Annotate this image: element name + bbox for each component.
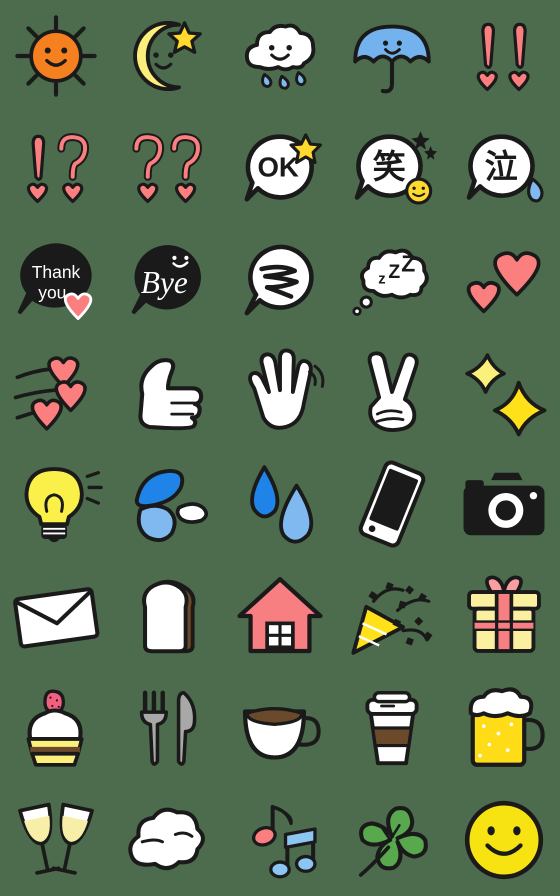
sticker-peace-sign[interactable]: Peace sign hand [336, 336, 448, 448]
sticker-coffee-cup[interactable]: Cup of coffee [224, 672, 336, 784]
sticker-waving-hand[interactable]: Waving open hand [224, 336, 336, 448]
sticker-smartphone[interactable]: Tilted smartphone [336, 448, 448, 560]
sticker-smiley-face[interactable]: Yellow smiley face [448, 784, 560, 896]
z-small: z [378, 272, 385, 288]
sticker-fork-knife[interactable]: Fork and knife [112, 672, 224, 784]
sticker-thank-you-bubble[interactable]: Thank you bubble with heart Thank you [0, 224, 112, 336]
sticker-umbrella[interactable]: Blue umbrella [336, 0, 448, 112]
sticker-house[interactable]: Pink house [224, 560, 336, 672]
sticker-bread-slice[interactable]: Slice of bread [112, 560, 224, 672]
sticker-gift-box[interactable]: Gift box with ribbon [448, 560, 560, 672]
sticker-two-hearts[interactable]: Two pink hearts [448, 224, 560, 336]
sticker-beer-mug[interactable]: Beer mug with foam [448, 672, 560, 784]
sticker-camera[interactable]: Black camera [448, 448, 560, 560]
sticker-sparkles[interactable]: Yellow sparkles [448, 336, 560, 448]
sticker-warau-bubble[interactable]: Laugh kanji bubble with smiley 笑 [336, 112, 448, 224]
sticker-moon-star[interactable]: Crescent moon with star [112, 0, 224, 112]
sticker-envelope[interactable]: Mail envelope [0, 560, 112, 672]
emoji-sticker-sheet: Smiling sun Crescent moon with star Smil… [0, 0, 560, 896]
z-large: Z [401, 251, 415, 277]
sticker-water-drops[interactable]: Two water droplets [224, 448, 336, 560]
sticker-water-splash[interactable]: Blue water splash [112, 448, 224, 560]
sticker-takeout-coffee[interactable]: Takeout coffee cup [336, 672, 448, 784]
sticker-cupcake[interactable]: Cupcake with strawberry [0, 672, 112, 784]
sticker-sun[interactable]: Smiling sun [0, 0, 112, 112]
sticker-light-bulb[interactable]: Glowing light bulb [0, 448, 112, 560]
z-medium: Z [388, 262, 400, 283]
sticker-double-question[interactable]: Double question with hearts [112, 112, 224, 224]
sticker-naku-bubble[interactable]: Cry kanji bubble with teardrop 泣 [448, 112, 560, 224]
you-text: you [38, 282, 66, 302]
sticker-rain-cloud[interactable]: Smiling rain cloud [224, 0, 336, 112]
naku-text: 泣 [485, 147, 518, 186]
sticker-exclamation-question[interactable]: Exclamation question with hearts [0, 112, 112, 224]
sticker-thumbs-up[interactable]: Thumbs up hand [112, 336, 224, 448]
sticker-swirl-bubble[interactable]: Swirl confusion bubble [224, 224, 336, 336]
sticker-party-popper[interactable]: Party popper confetti [336, 560, 448, 672]
sticker-music-notes[interactable]: Music notes [224, 784, 336, 896]
sticker-ok-bubble[interactable]: OK speech bubble with star OK [224, 112, 336, 224]
bye-text: Bye [141, 265, 188, 300]
sticker-double-exclamation[interactable]: Double exclamation with hearts [448, 0, 560, 112]
sticker-four-leaf-clover[interactable]: Four leaf clover [336, 784, 448, 896]
sticker-zzz-cloud[interactable]: Sleeping zzz thought cloud z Z Z [336, 224, 448, 336]
sticker-bye-bubble[interactable]: Bye bubble with smiley Bye [112, 224, 224, 336]
sticker-smoke-puff[interactable]: Puff of smoke [112, 784, 224, 896]
warau-text: 笑 [373, 147, 406, 186]
thank-text: Thank [32, 262, 81, 282]
sticker-flying-hearts[interactable]: Flying hearts with motion lines [0, 336, 112, 448]
ok-text: OK [257, 151, 298, 182]
sticker-champagne-toast[interactable]: Two champagne glasses toasting [0, 784, 112, 896]
